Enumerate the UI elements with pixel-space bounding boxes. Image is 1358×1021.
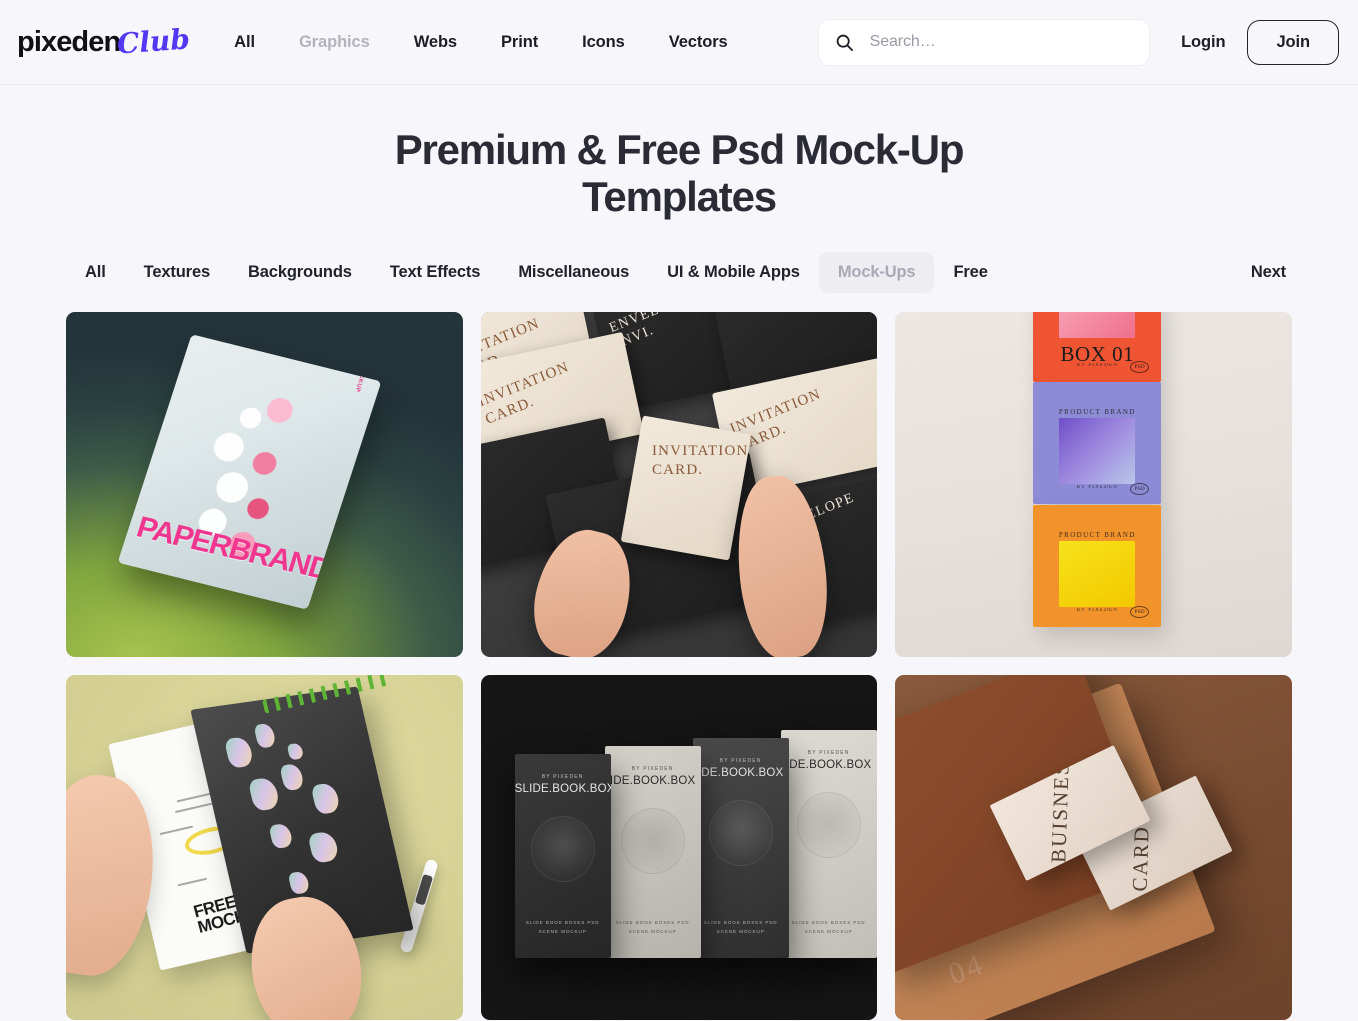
template-card-product-boxes[interactable]: BOX 01 BY PIXEDEN PSD PRODUCT BRAND BOX … [895,312,1292,658]
filter-chip-free[interactable]: Free [934,252,1006,293]
site-logo[interactable]: pixeden Club [17,22,192,61]
box-subtitle: SLIDE BOOK BOXES PSD SCENE MOCKUP [615,919,690,934]
box-artwork [620,808,685,875]
site-header: pixeden Club All Graphics Webs Print Icon… [0,0,1358,85]
template-card-invitation[interactable]: INVITATION CARD. ENVELOPE INVI. INVITATI… [480,312,878,658]
template-card-business-card[interactable]: 04 .CO UARE OOK. CARD BUISNESS [895,675,1292,1021]
template-card-paperbrand[interactable]: CHIPS/SNACKS PAPER BRAND FREE PSD MOCKUP… [66,312,463,658]
box-title: IDE.BOOK.BOX [609,775,696,788]
header-actions: Login Join [1181,19,1339,65]
thumbnail-paperbrand: CHIPS/SNACKS PAPER BRAND FREE PSD MOCKUP… [66,312,463,658]
page-title: Premium & Free Psd Mock-Up Templates [394,126,965,220]
psd-badge: PSD [1130,483,1150,496]
box-subtitle: SLIDE BOOK BOXES PSD SCENE MOCKUP [791,919,866,934]
psd-badge: PSD [1130,606,1150,619]
filter-chip-mock-ups[interactable]: Mock-Ups [818,252,935,294]
box-title: IDE.BOOK.BOX [785,759,872,772]
next-page-link[interactable]: Next [1245,252,1292,293]
held-card-graphic: INVITATION CARD. [620,415,751,561]
box-byline: BY PIXEDEN [541,774,584,781]
logo-wordmark: pixeden [17,25,121,58]
box-subtitle: SLIDE BOOK BOXES PSD SCENE MOCKUP [525,919,600,934]
business-card-word: CARD [1127,824,1155,893]
bag-top-text: CHIPS/SNACKS PAPER BRAND FREE PSD MOCKUP [352,334,381,393]
slide-box-4: BY PIXEDEN IDE.BOOK.BOX SLIDE BOOK BOXES… [780,730,877,959]
thumbnail-slide-book-box: BY PIXEDEN IDE.BOOK.BOX SLIDE BOOK BOXES… [480,675,878,1021]
box-title: IDE.BOOK.BOX [697,767,784,780]
box-artwork [796,792,861,859]
box-title: SLIDE.BOOK.BOX [514,783,611,796]
box-artwork [1059,312,1136,339]
join-button[interactable]: Join [1247,19,1339,65]
filter-chip-text-effects[interactable]: Text Effects [371,252,500,293]
book-cover-text: .CO UARE OOK. [895,800,901,843]
nav-item-all[interactable]: All [212,23,277,62]
thumbnail-notepad: FREEPSDMOCKUP [66,675,463,1021]
slide-box-1: BY PIXEDEN SLIDE.BOOK.BOX SLIDE BOOK BOX… [514,754,611,959]
primary-navigation: All Graphics Webs Print Icons Vectors [212,23,749,62]
card-text: INVITATION CARD. [480,359,572,428]
filter-chip-ui-mobile-apps[interactable]: UI & Mobile Apps [648,252,819,293]
slide-box-2: BY PIXEDEN IDE.BOOK.BOX SLIDE BOOK BOXES… [604,746,701,959]
filter-chip-miscellaneous[interactable]: Miscellaneous [499,252,648,293]
box-brand: PRODUCT BRAND [1058,408,1136,417]
filter-chip-all[interactable]: All [66,252,125,293]
thumbnail-business-card: 04 .CO UARE OOK. CARD BUISNESS [895,675,1292,1021]
filter-chip-backgrounds[interactable]: Backgrounds [229,252,371,293]
box-artwork [708,800,773,867]
template-card-notepad[interactable]: FREEPSDMOCKUP [66,675,463,1021]
box-byline: BY PIXEDEN [807,750,850,757]
template-grid: CHIPS/SNACKS PAPER BRAND FREE PSD MOCKUP… [0,312,1358,1021]
nav-item-vectors[interactable]: Vectors [647,23,750,62]
nav-item-icons[interactable]: Icons [560,23,647,62]
nav-item-webs[interactable]: Webs [392,23,479,62]
search-box[interactable] [817,18,1150,66]
nav-item-print[interactable]: Print [479,23,560,62]
thumbnail-invitation: INVITATION CARD. ENVELOPE INVI. INVITATI… [480,312,878,658]
box-artwork [1059,418,1136,485]
nav-item-graphics[interactable]: Graphics [277,23,392,62]
search-input[interactable] [869,33,1133,51]
snack-bag-graphic: CHIPS/SNACKS PAPER BRAND FREE PSD MOCKUP… [117,334,382,610]
box-subtitle: SLIDE BOOK BOXES PSD SCENE MOCKUP [703,919,778,934]
box-artwork [1059,541,1136,608]
card-text: INVITATION CARD. [651,443,749,479]
bag-brand-label: PAPERBRAND [132,511,334,587]
slide-box-3: BY PIXEDEN IDE.BOOK.BOX SLIDE BOOK BOXES… [692,738,789,959]
psd-badge: PSD [1130,361,1150,374]
thumbnail-product-boxes: BOX 01 BY PIXEDEN PSD PRODUCT BRAND BOX … [895,312,1292,658]
search-icon [835,33,854,52]
product-box-02: PRODUCT BRAND BOX 02 BY PIXEDEN PSD [1033,382,1162,505]
login-link[interactable]: Login [1181,33,1226,52]
filter-chip-textures[interactable]: Textures [125,252,229,293]
product-box-01: BOX 01 BY PIXEDEN PSD [1033,312,1162,383]
box-byline: BY PIXEDEN [719,758,762,765]
box-artwork [530,816,595,883]
category-filter-bar: All Textures Backgrounds Text Effects Mi… [0,252,1358,294]
logo-accent: Club [116,22,192,61]
box-byline: BY PIXEDEN [631,766,674,773]
product-box-03: PRODUCT BRAND BOX 03 BY PIXEDEN PSD [1033,505,1162,628]
box-brand: PRODUCT BRAND [1058,531,1136,540]
template-card-slide-book-box[interactable]: BY PIXEDEN IDE.BOOK.BOX SLIDE BOOK BOXES… [480,675,878,1021]
book-number: 04 [944,947,990,992]
